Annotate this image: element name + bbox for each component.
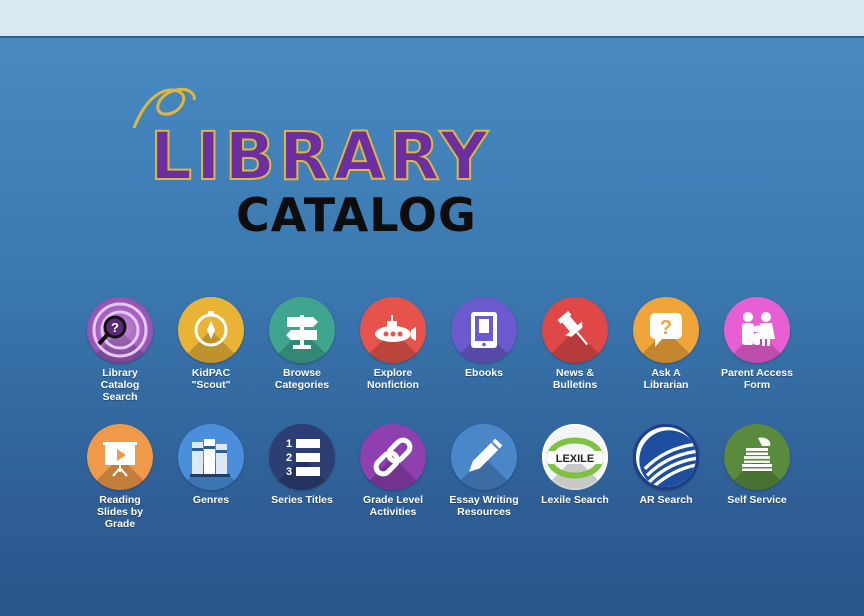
ar-logo-icon [633,424,699,490]
tile-label: KidPAC "Scout" [191,367,231,391]
tile-label: AR Search [639,494,693,506]
browser-top-bar [0,0,864,38]
tile-label: Parent Access Form [721,367,793,391]
tile-grade-level-activities[interactable]: Grade Level Activities [343,424,443,518]
svg-text:1: 1 [286,438,292,450]
family-icon [724,297,790,363]
svg-text:2: 2 [286,452,292,464]
tile-label: Essay Writing Resources [449,494,519,518]
tile-label: Genres [192,494,230,506]
tile-ask-a-librarian[interactable]: ? Ask A Librarian [616,297,716,391]
tile-label: Self Service [727,494,787,506]
tile-lexile-search[interactable]: LEXILE Lexile Search [525,424,625,506]
tile-ar-search[interactable]: AR Search [616,424,716,506]
lexile-icon: LEXILE [542,424,608,490]
question-bubble-icon: ? [633,297,699,363]
tile-ebooks[interactable]: Ebooks [434,297,534,379]
logo-catalog-text: CATALOG [236,188,477,242]
tile-self-service[interactable]: Self Service [707,424,807,506]
tile-label: Library Catalog Search [100,367,140,403]
svg-text:?: ? [660,317,672,339]
svg-text:?: ? [111,320,119,335]
logo-library-text: LIBRARY [149,118,492,195]
presentation-icon [87,424,153,490]
compass-icon [178,297,244,363]
tile-parent-access-form[interactable]: Parent Access Form [707,297,807,391]
tile-label: Ebooks [465,367,503,379]
tile-label: Series Titles [271,494,333,506]
tile-essay-writing-resources[interactable]: Essay Writing Resources [434,424,534,518]
tile-explore-nonfiction[interactable]: Explore Nonfiction [343,297,443,391]
catalog-search-icon: ? [87,297,153,363]
tablet-book-icon [451,297,517,363]
books-icon [178,424,244,490]
tile-label: Grade Level Activities [362,494,424,518]
submarine-icon [360,297,426,363]
lexile-logo-text: LEXILE [556,453,595,465]
tile-label: Explore Nonfiction [367,367,419,391]
tile-label: Ask A Librarian [643,367,689,391]
pencil-icon [451,424,517,490]
svg-text:3: 3 [286,466,292,478]
tile-reading-slides-by-grade[interactable]: Reading Slides by Grade [70,424,170,530]
tile-genres[interactable]: Genres [161,424,261,506]
tile-label: News & Bulletins [552,367,598,391]
numbered-list-icon: 1 2 3 [269,424,335,490]
book-stack-icon [724,424,790,490]
signpost-icon [269,297,335,363]
tile-label: Reading Slides by Grade [96,494,144,530]
pushpin-icon [542,297,608,363]
tile-news-bulletins[interactable]: News & Bulletins [525,297,625,391]
tile-label: Lexile Search [541,494,609,506]
tile-library-catalog-search[interactable]: ? Library Catalog Search [70,297,170,403]
tile-browse-categories[interactable]: Browse Categories [252,297,352,391]
link-icon [360,424,426,490]
tile-kidpac-scout[interactable]: KidPAC "Scout" [161,297,261,391]
tile-series-titles[interactable]: 1 2 3 Series Titles [252,424,352,506]
library-catalog-logo: LIBRARY CATALOG [128,82,508,242]
tile-label: Browse Categories [274,367,330,391]
